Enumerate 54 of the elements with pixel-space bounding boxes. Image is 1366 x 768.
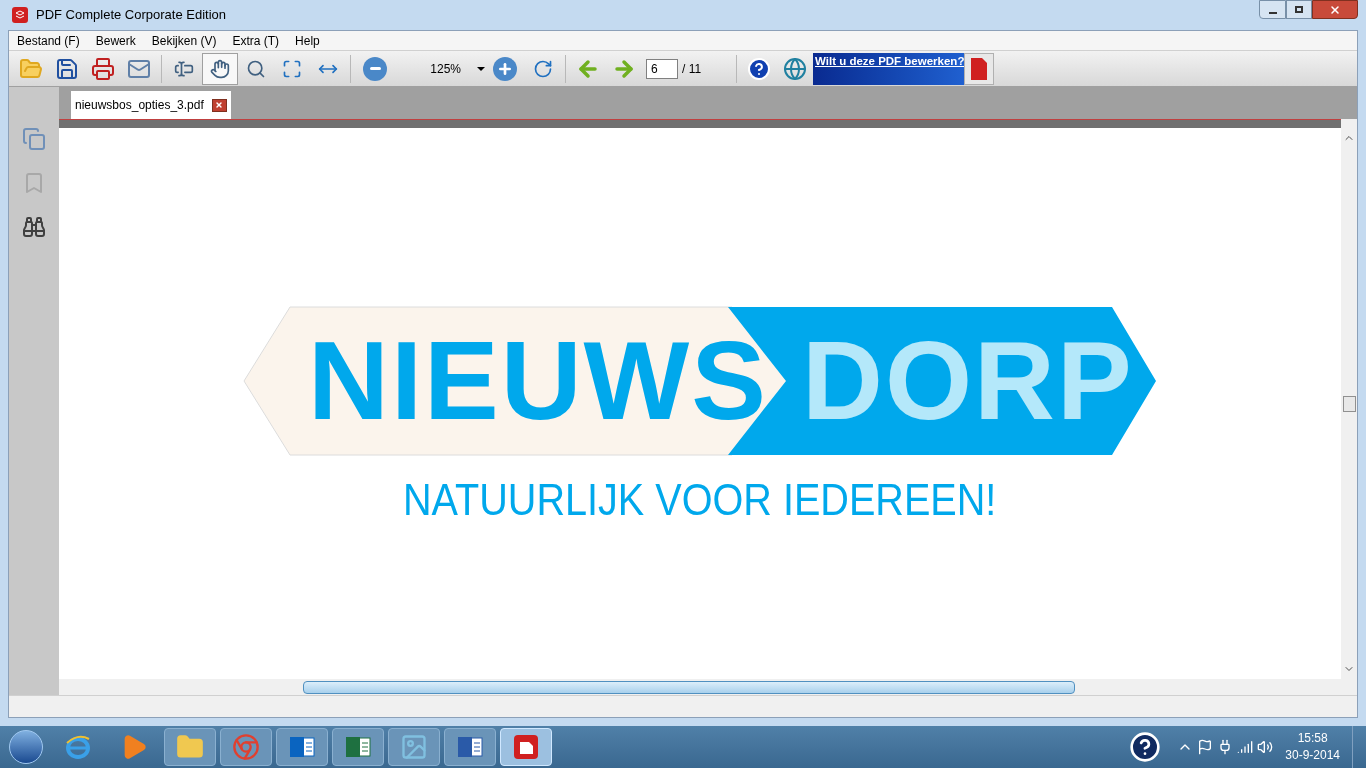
caret-icon — [477, 64, 485, 73]
menu-item[interactable]: Help — [295, 31, 320, 50]
folder-icon — [176, 733, 204, 761]
close-button[interactable] — [1312, 0, 1358, 19]
help-icon[interactable] — [1129, 731, 1162, 763]
logo-word: DORP — [802, 316, 1134, 445]
taskbar-app-button[interactable] — [332, 728, 384, 766]
menu-item[interactable]: Bestand (F) — [17, 31, 80, 50]
photo-viewer-icon — [400, 733, 428, 761]
pdf-file-icon — [970, 56, 989, 81]
minimize-button[interactable] — [1259, 0, 1286, 19]
clock-time: 15:58 — [1297, 730, 1328, 747]
hand-icon — [210, 58, 230, 79]
pdf-icon — [512, 733, 540, 761]
binoculars-icon[interactable] — [22, 215, 46, 239]
printer-icon — [91, 56, 115, 81]
plus-icon — [497, 60, 513, 77]
zoom-out-button[interactable] — [363, 56, 387, 81]
logo-word: NIEUWS — [308, 316, 768, 445]
signal-icon[interactable] — [1237, 739, 1254, 755]
menu-item[interactable]: Bekijken (V) — [151, 31, 217, 50]
taskbar-app-button[interactable] — [276, 728, 328, 766]
taskbar-app-button[interactable] — [444, 728, 496, 766]
close-icon — [1329, 3, 1341, 16]
rotate-icon — [533, 58, 553, 79]
clock[interactable]: 15:58 30-9-2014 — [1277, 730, 1348, 764]
globe-icon — [783, 56, 807, 81]
scrollbar-thumb[interactable] — [1342, 395, 1356, 412]
flag-icon[interactable] — [1197, 739, 1214, 755]
scrollbar-thumb[interactable] — [303, 680, 1075, 694]
hand-tool-button[interactable] — [202, 52, 238, 85]
help-icon — [747, 56, 771, 81]
tab-label: nieuwsbos_opties_3.pdf — [75, 97, 204, 114]
edit-pdf-banner-link[interactable]: Wilt u deze PDF bewerken? — [813, 52, 965, 85]
fit-page-icon — [282, 58, 302, 79]
document-tab[interactable]: nieuwsbos_opties_3.pdf — [71, 91, 231, 119]
menu-item[interactable]: Extra (T) — [232, 31, 280, 50]
magnifier-icon — [246, 58, 266, 79]
close-tab-button[interactable] — [211, 98, 227, 112]
zoom-dropdown[interactable]: 125% — [395, 59, 485, 78]
page-number-field[interactable]: 6 — [646, 58, 678, 79]
app-logo-icon — [12, 7, 28, 23]
zoom-in-button[interactable] — [493, 56, 517, 81]
close-icon — [215, 101, 224, 109]
maximize-button[interactable] — [1286, 0, 1312, 19]
window-title: PDF Complete Corporate Edition — [36, 6, 227, 25]
volume-icon[interactable] — [1257, 739, 1274, 755]
chrome-icon — [232, 733, 260, 761]
clock-date: 30-9-2014 — [1285, 747, 1340, 764]
page-count: / 11 — [682, 60, 703, 78]
menu-item[interactable]: Bewerk — [95, 31, 136, 50]
tagline: NATUURLIJK VOOR IEDEREEN! — [403, 473, 997, 526]
folder-icon — [19, 56, 43, 81]
minus-icon — [369, 67, 381, 70]
